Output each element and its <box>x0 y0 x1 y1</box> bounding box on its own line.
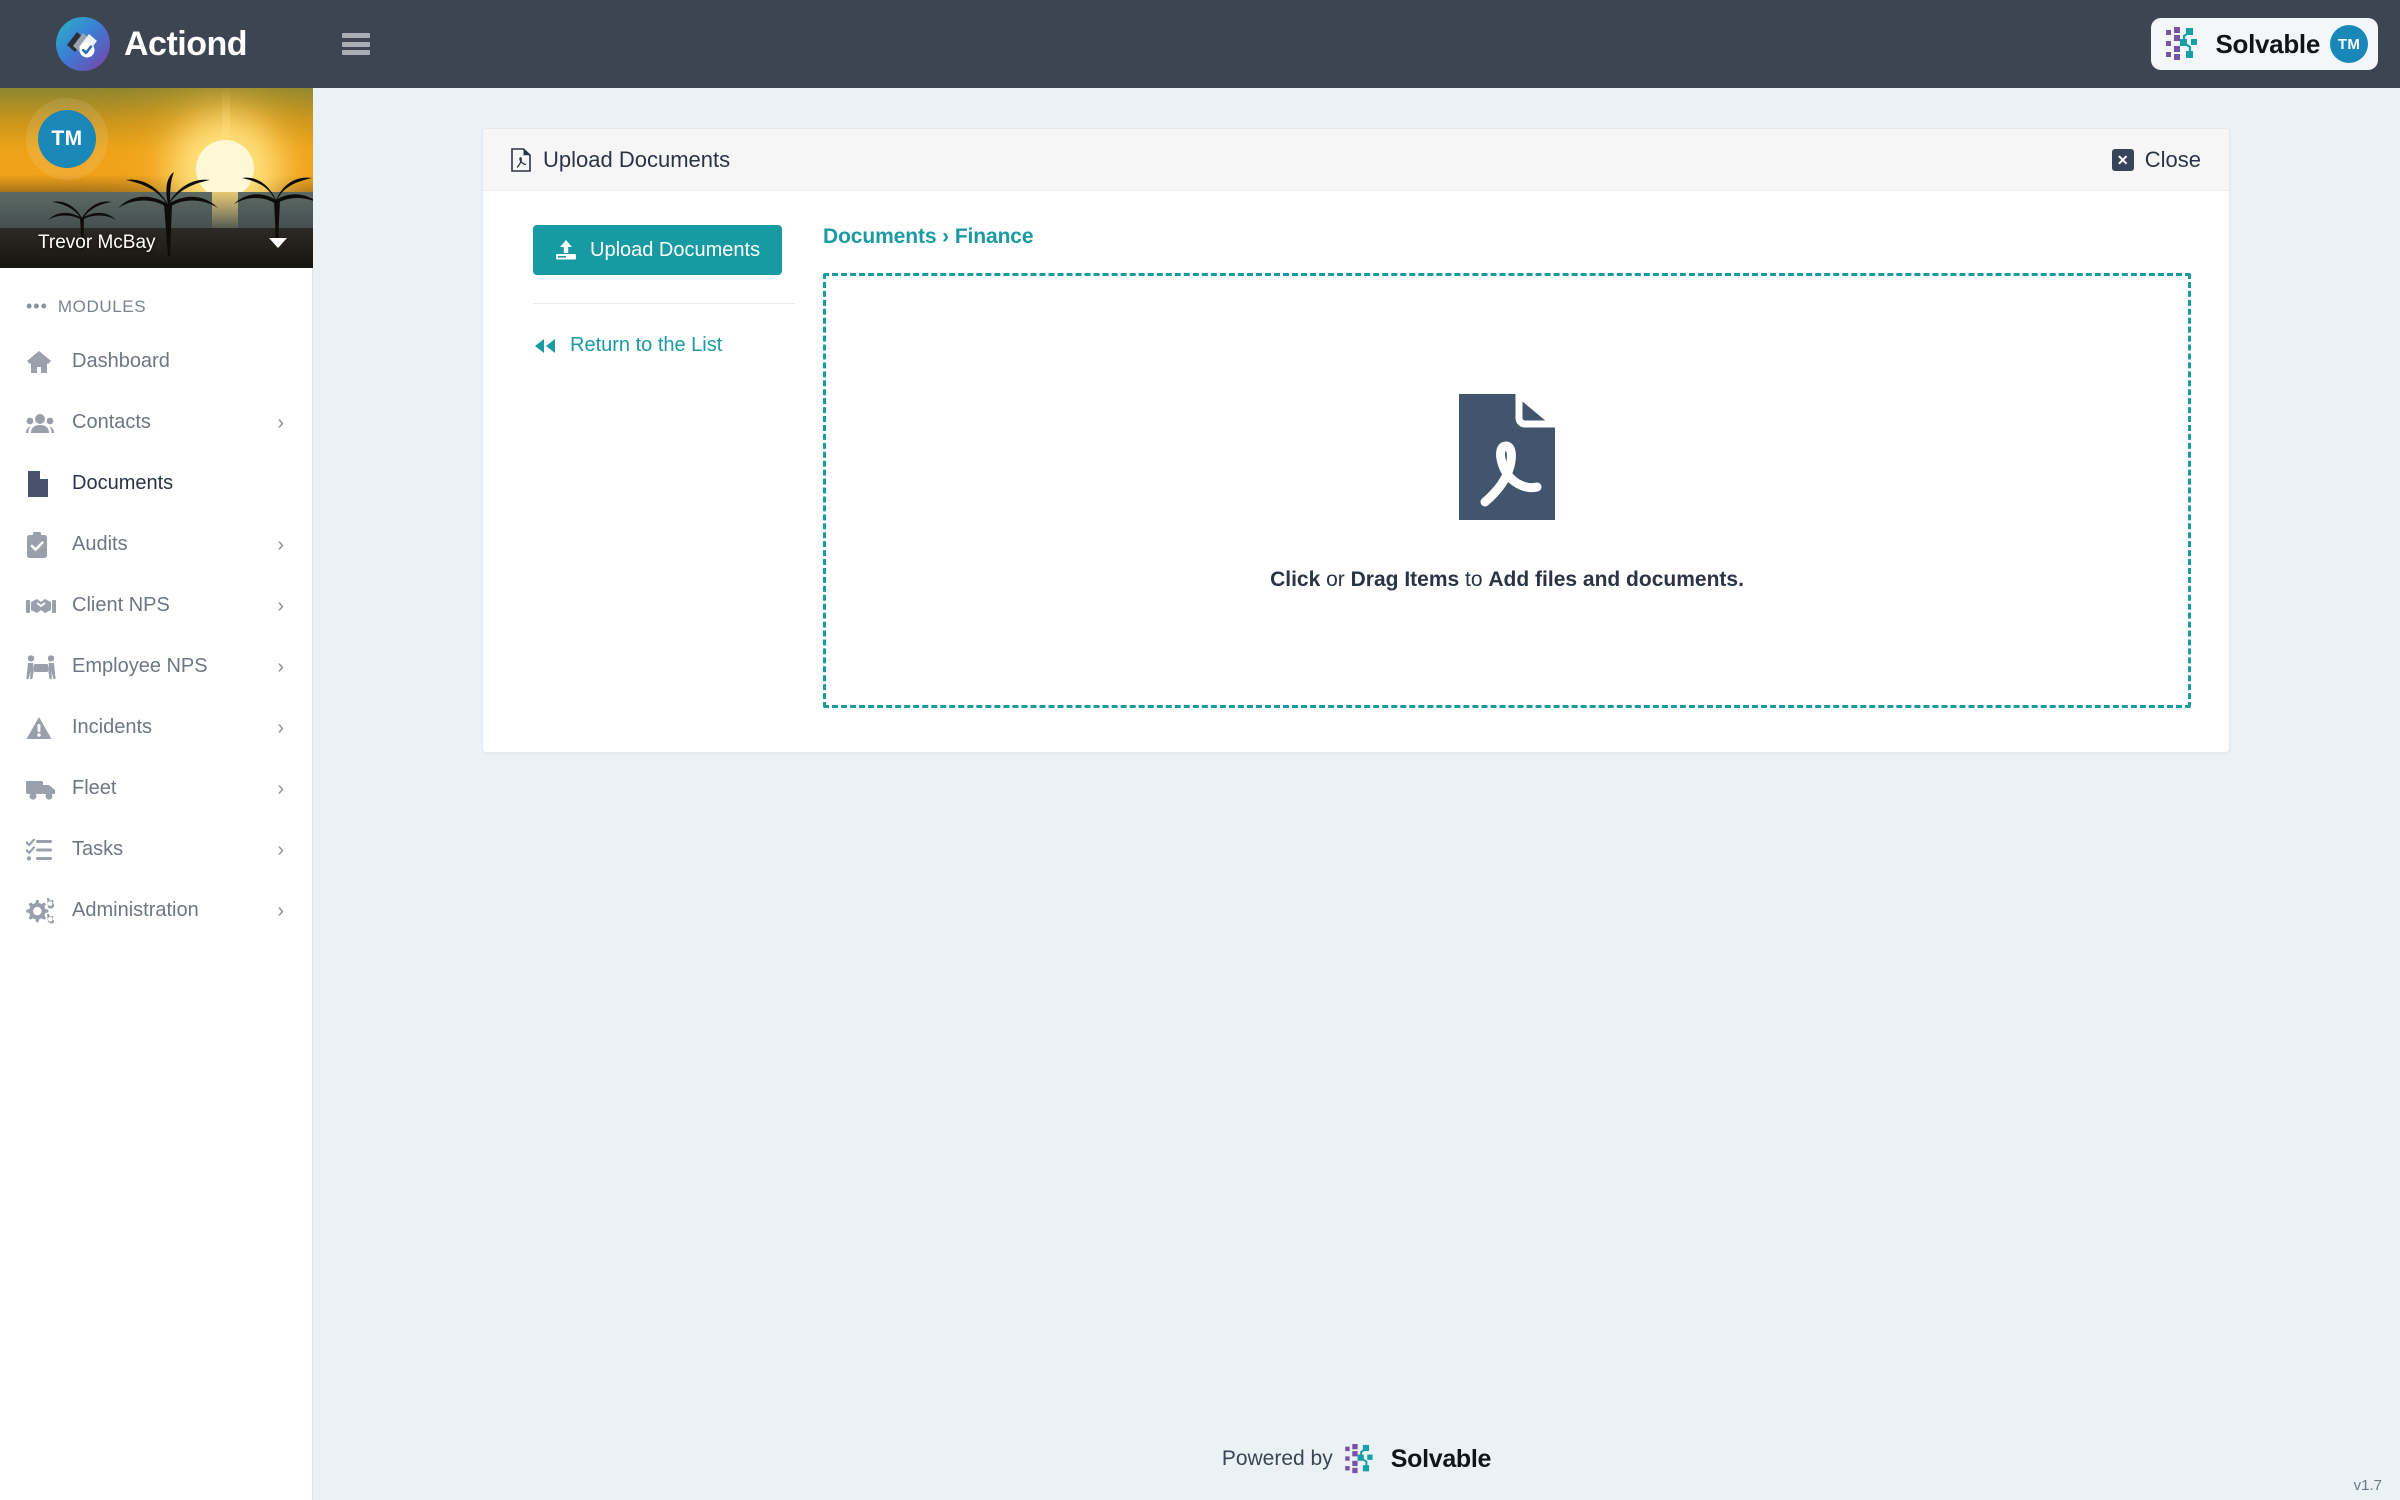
solvable-network-logo <box>2166 27 2198 60</box>
close-button[interactable]: ✕ Close <box>2111 146 2201 173</box>
chevron-right-icon: › <box>277 655 284 678</box>
truck-icon <box>26 778 60 800</box>
return-link-label: Return to the List <box>570 334 723 356</box>
upload-documents-button[interactable]: Upload Documents <box>533 225 783 275</box>
sidebar-item-audits[interactable]: Audits › <box>0 514 312 575</box>
sidebar-item-label: Documents <box>72 472 174 494</box>
upload-button-label: Upload Documents <box>590 238 761 261</box>
card-header: Upload Documents ✕ Close <box>483 129 2229 191</box>
sidebar-item-label: Contacts <box>72 411 151 433</box>
modules-section-label: ••• MODULES <box>0 268 312 331</box>
profile-name: Trevor McBay <box>38 232 156 253</box>
solvable-badge[interactable]: Solvable TM <box>2151 18 2378 70</box>
clipboard-check-icon <box>26 531 60 558</box>
divider <box>533 303 795 304</box>
document-icon <box>26 470 60 497</box>
profile-header[interactable]: TM Trevor McBay <box>0 88 313 268</box>
sidebar-item-label: Audits <box>72 533 128 555</box>
upload-documents-card: Upload Documents ✕ Close Upload Document… <box>482 128 2230 753</box>
sidebar-item-label: Administration <box>72 899 199 921</box>
chevron-right-icon: › <box>277 899 284 922</box>
hamburger-bar <box>342 33 370 38</box>
solvable-label: Solvable <box>2215 28 2320 59</box>
sidebar-item-fleet[interactable]: Fleet › <box>0 758 312 819</box>
dropzone-hint-click: Click <box>1270 567 1321 591</box>
card-body: Upload Documents Return to the List Docu… <box>483 191 2229 752</box>
dropzone-hint: Click or Drag Items to Add files and doc… <box>1270 568 1744 592</box>
chevron-right-icon: › <box>277 594 284 617</box>
sidebar-item-label: Employee NPS <box>72 655 208 677</box>
card-main-area: Documents › Finance Click or Drag Items … <box>801 225 2201 708</box>
powered-by-label: Powered by <box>1221 1447 1333 1470</box>
sidebar-item-label: Tasks <box>72 838 124 860</box>
user-avatar[interactable]: TM <box>2330 25 2368 63</box>
chevron-right-icon: › <box>277 533 284 556</box>
upload-icon <box>556 240 576 260</box>
gears-icon <box>26 897 60 924</box>
dropzone-hint-drag: Drag Items <box>1350 567 1460 591</box>
chevron-right-icon: › <box>277 716 284 739</box>
sidebar: TM Trevor McBay ••• MODULES Dashboard Co… <box>0 88 313 1500</box>
warning-triangle-icon <box>26 716 60 740</box>
chevron-right-icon: › <box>277 777 284 800</box>
people-icon <box>26 413 60 433</box>
sidebar-item-client-nps[interactable]: Client NPS › <box>0 575 312 636</box>
dropzone-hint-or: or <box>1320 567 1351 591</box>
solvable-network-logo <box>1344 1444 1373 1474</box>
pdf-file-icon <box>511 147 531 172</box>
people-carry-icon <box>26 654 60 679</box>
sidebar-item-administration[interactable]: Administration › <box>0 880 312 941</box>
return-to-list-link[interactable]: Return to the List <box>533 334 801 357</box>
sidebar-item-label: Fleet <box>72 777 117 799</box>
sidebar-item-incidents[interactable]: Incidents › <box>0 697 312 758</box>
hamburger-bar <box>342 41 370 47</box>
section-dots-icon: ••• <box>26 296 48 316</box>
hamburger-bar <box>342 50 370 55</box>
card-title: Upload Documents <box>543 146 731 172</box>
hamburger-menu-icon[interactable] <box>342 29 376 59</box>
powered-by: Powered by Solvable <box>1222 1444 1491 1474</box>
file-dropzone[interactable]: Click or Drag Items to Add files and doc… <box>823 273 2191 708</box>
card-sidebar-actions: Upload Documents Return to the List <box>511 225 801 708</box>
dropzone-hint-add: Add files and documents. <box>1488 567 1744 591</box>
dropzone-hint-to: to <box>1459 567 1489 591</box>
top-bar: Actiond Solvable TM <box>0 0 2400 88</box>
close-x-icon: ✕ <box>2111 148 2134 171</box>
close-label: Close <box>2144 146 2201 172</box>
brand[interactable]: Actiond <box>0 17 313 71</box>
stacked-pages-check-logo <box>67 32 97 58</box>
sidebar-item-documents[interactable]: Documents <box>0 453 312 514</box>
sidebar-item-dashboard[interactable]: Dashboard <box>0 331 312 392</box>
handshake-icon <box>26 596 60 616</box>
home-icon <box>26 350 60 374</box>
version-label: v1.7 <box>2353 1477 2382 1494</box>
pdf-file-large-icon <box>1459 390 1559 520</box>
sidebar-item-label: Dashboard <box>72 350 170 372</box>
profile-avatar[interactable]: TM <box>38 110 96 168</box>
chevron-right-icon: › <box>277 838 284 861</box>
footer-solvable-label: Solvable <box>1390 1444 1492 1473</box>
chevron-right-icon: › <box>277 411 284 434</box>
app-logo-icon <box>56 17 110 71</box>
sidebar-item-contacts[interactable]: Contacts › <box>0 392 312 453</box>
sidebar-item-label: Client NPS <box>72 594 170 616</box>
caret-down-icon[interactable] <box>269 238 287 248</box>
double-chevron-left-icon <box>535 338 555 353</box>
footer: Powered by Solvable <box>313 1444 2400 1474</box>
sidebar-item-label: Incidents <box>72 716 153 738</box>
sidebar-item-employee-nps[interactable]: Employee NPS › <box>0 636 312 697</box>
palm-tree-silhouette <box>234 177 313 242</box>
brand-name: Actiond <box>124 24 248 63</box>
breadcrumb[interactable]: Documents › Finance <box>823 225 2191 249</box>
modules-label-text: MODULES <box>57 296 147 316</box>
sidebar-item-tasks[interactable]: Tasks › <box>0 819 312 880</box>
main-content: Upload Documents ✕ Close Upload Document… <box>313 88 2400 1500</box>
task-list-icon <box>26 838 60 861</box>
